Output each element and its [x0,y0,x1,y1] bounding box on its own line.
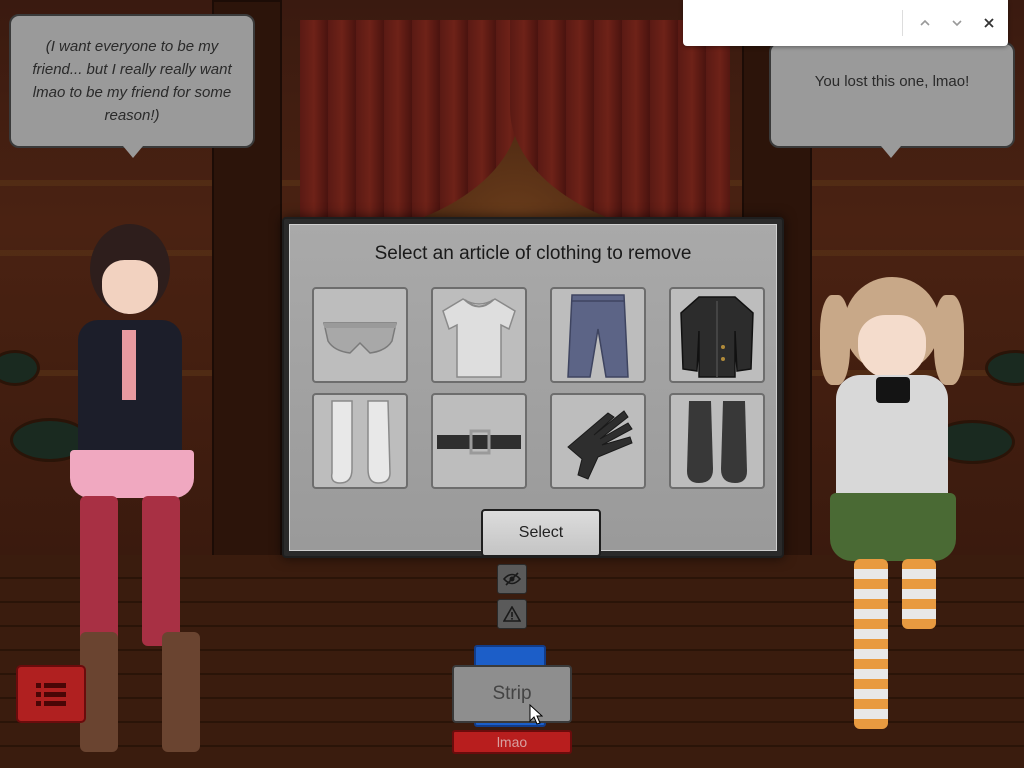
clothing-select-dialog: Select an article of clothing to remove [282,217,784,558]
game-menu-button[interactable] [16,665,86,723]
stockings-icon [330,400,391,484]
left-speech-text: (I want everyone to be my friend... but … [32,38,232,124]
find-next-button[interactable] [941,7,973,39]
jeans-icon [567,294,629,378]
clothing-option-glove[interactable] [550,393,646,489]
player-name-label: lmao [452,730,572,754]
right-speech-text: You lost this one, lmao! [814,73,970,90]
clothing-option-jeans[interactable] [550,287,646,383]
clothing-option-shirt[interactable] [431,287,527,383]
left-speech-bubble: (I want everyone to be my friend... but … [9,14,255,158]
panties-icon [323,322,397,354]
boots-icon [687,401,747,483]
clothing-option-panties[interactable] [312,287,408,383]
report-bug-button[interactable] [497,599,527,629]
find-in-page-bar [683,0,1008,46]
find-bar-divider [902,10,903,36]
select-button[interactable]: Select [481,509,601,557]
list-icon [36,683,66,706]
clothing-option-boots[interactable] [669,393,765,489]
right-speech-bubble: You lost this one, lmao! [769,42,1015,158]
chevron-up-icon [920,19,930,26]
strip-button[interactable]: Strip [452,665,572,723]
clothing-option-belt[interactable] [431,393,527,489]
clothing-option-jacket[interactable] [669,287,765,383]
warning-icon [503,606,521,622]
dialog-title: Select an article of clothing to remove [374,243,692,264]
clothing-option-stockings[interactable] [312,393,408,489]
chevron-down-icon [952,20,962,27]
shirt-icon [442,298,516,378]
eye-slash-icon [503,572,521,586]
mouse-cursor-icon [529,704,543,725]
find-previous-button[interactable] [909,7,941,39]
find-close-button[interactable] [973,7,1005,39]
close-icon [984,18,994,28]
opponent-character-right [800,275,980,755]
hide-ui-button[interactable] [497,564,527,594]
find-input[interactable] [691,8,896,38]
belt-icon [437,429,521,455]
jacket-icon [680,296,754,378]
glove-icon [567,410,633,480]
dialog-panel: Select an article of clothing to remove [289,224,777,557]
